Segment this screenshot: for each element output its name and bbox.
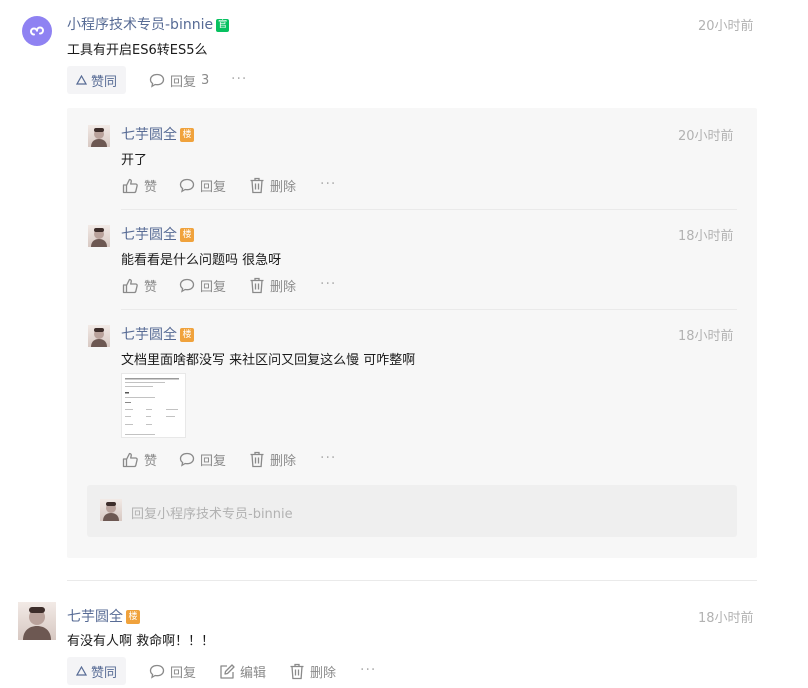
delete-button[interactable]: 删除 [249, 276, 296, 295]
trash-icon [250, 177, 264, 194]
reply-time: 20小时前 [678, 129, 734, 144]
comment-author[interactable]: 小程序技术专员-binnie 官 [67, 14, 230, 34]
reply-author[interactable]: 七芋圆全楼 [121, 224, 194, 244]
reply-button[interactable]: 回复 3 [149, 71, 209, 90]
floor-badge: 楼 [180, 328, 194, 342]
reply-author[interactable]: 七芋圆全楼 [121, 124, 194, 144]
document-screenshot-image [125, 378, 179, 435]
reply-label: 回复 [200, 454, 227, 469]
comment-bubble-icon [179, 178, 195, 193]
reply-avatar[interactable] [88, 225, 110, 247]
reply-avatar[interactable] [88, 325, 110, 347]
user-avatar-icon [103, 502, 119, 521]
comment-author-name[interactable]: 七芋圆全 [67, 609, 123, 625]
reply-author[interactable]: 七芋圆全楼 [121, 324, 194, 344]
reply-label: 回复 [200, 180, 227, 195]
comment-time: 20小时前 [698, 19, 754, 34]
like-label: 赞 [144, 280, 158, 295]
reply-divider [121, 209, 737, 210]
floor-badge: 楼 [180, 128, 194, 142]
comment-divider [67, 580, 757, 581]
trash-icon [250, 451, 264, 468]
floor-badge: 楼 [126, 610, 140, 624]
thumbs-up-icon [122, 452, 138, 467]
delete-label: 删除 [270, 454, 297, 469]
comment-text: 工具有开启ES6转ES5么 [67, 43, 208, 58]
reply-button[interactable]: 回复 [149, 662, 196, 681]
official-badge: 官 [216, 18, 230, 32]
agree-label: 赞同 [91, 665, 118, 681]
attached-image-thumbnail[interactable] [121, 373, 186, 438]
reply-text: 开了 [121, 153, 148, 168]
user-avatar-icon [91, 328, 107, 347]
reply-button[interactable]: 回复 [179, 176, 226, 195]
delete-button[interactable]: 删除 [249, 176, 296, 195]
reply-time: 18小时前 [678, 229, 734, 244]
reply-avatar[interactable] [88, 125, 110, 147]
delete-label: 删除 [270, 280, 297, 295]
commenter-avatar-miniprogram[interactable] [22, 16, 52, 46]
like-label: 赞 [144, 454, 158, 469]
user-avatar-icon [91, 228, 107, 247]
commenter-avatar[interactable] [18, 602, 56, 640]
more-button[interactable]: ··· [360, 662, 376, 678]
agree-label: 赞同 [91, 74, 118, 90]
reply-label: 回复 [170, 666, 197, 681]
like-triangle-icon [76, 666, 87, 676]
reply-time: 18小时前 [678, 329, 734, 344]
delete-label: 删除 [310, 666, 337, 681]
thumbs-up-icon [122, 278, 138, 293]
thumbs-up-icon [122, 178, 138, 193]
trash-icon [250, 277, 264, 294]
like-button[interactable]: 赞 [122, 276, 157, 295]
comment-text: 有没有人啊 救命啊！！！ [67, 634, 215, 649]
reply-label: 回复 [170, 75, 197, 90]
edit-icon [220, 663, 235, 679]
reply-text: 文档里面啥都没写 来社区问又回复这么慢 可咋整啊 [121, 353, 416, 368]
delete-button[interactable]: 删除 [249, 450, 296, 469]
agree-button[interactable]: 赞同 [67, 66, 127, 94]
reply-button[interactable]: 回复 [179, 450, 226, 469]
comment-bubble-icon [179, 452, 195, 467]
delete-label: 删除 [270, 180, 297, 195]
agree-button[interactable]: 赞同 [67, 657, 127, 685]
floor-badge: 楼 [180, 228, 194, 242]
edit-label: 编辑 [240, 666, 267, 681]
like-button[interactable]: 赞 [122, 450, 157, 469]
reply-divider [121, 309, 737, 310]
comment-time: 18小时前 [698, 611, 754, 626]
more-button[interactable]: ··· [320, 450, 336, 466]
current-user-avatar [100, 499, 122, 521]
comment-author-name[interactable]: 小程序技术专员-binnie [67, 17, 213, 33]
comment-bubble-icon [149, 664, 165, 679]
reply-count: 3 [201, 73, 210, 88]
more-button[interactable]: ··· [231, 71, 247, 87]
more-button[interactable]: ··· [320, 276, 336, 292]
trash-icon [290, 663, 304, 680]
reply-button[interactable]: 回复 [179, 276, 226, 295]
like-label: 赞 [144, 180, 158, 195]
delete-button[interactable]: 删除 [289, 662, 336, 681]
reply-author-name[interactable]: 七芋圆全 [121, 227, 177, 243]
reply-author-name[interactable]: 七芋圆全 [121, 327, 177, 343]
like-button[interactable]: 赞 [122, 176, 157, 195]
comment-author[interactable]: 七芋圆全楼 [67, 606, 140, 626]
reply-label: 回复 [200, 280, 227, 295]
comment-bubble-icon [179, 278, 195, 293]
comment-bubble-icon [149, 73, 165, 88]
user-avatar-icon [91, 128, 107, 147]
reply-input-placeholder[interactable]: 回复小程序技术专员-binnie [131, 503, 293, 522]
user-avatar-icon [23, 607, 51, 640]
like-triangle-icon [76, 75, 87, 85]
more-button[interactable]: ··· [320, 176, 336, 192]
reply-text: 能看看是什么问题吗 很急呀 [121, 253, 282, 268]
reply-author-name[interactable]: 七芋圆全 [121, 127, 177, 143]
miniprogram-logo-icon [30, 26, 44, 36]
edit-button[interactable]: 编辑 [219, 662, 266, 681]
